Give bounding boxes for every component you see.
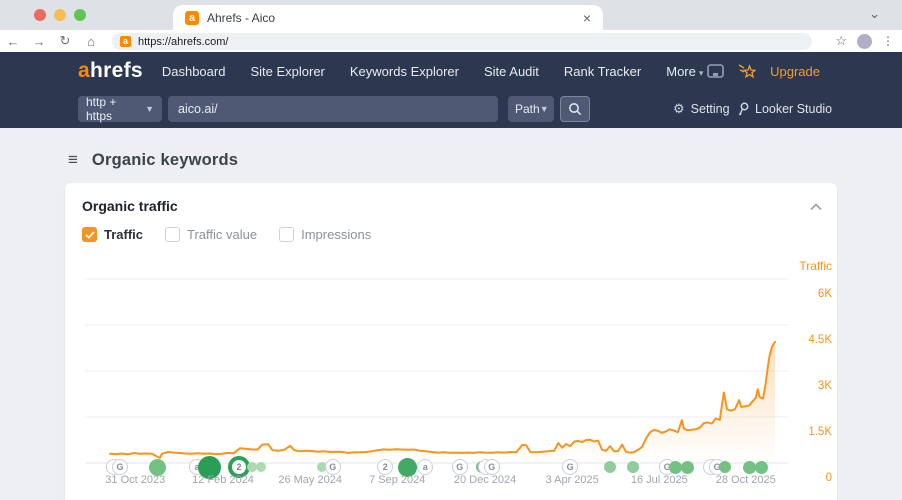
unchecked-checkbox-icon[interactable] xyxy=(165,227,181,242)
event-circle-marker-G[interactable]: G xyxy=(483,459,500,475)
event-dot-marker[interactable] xyxy=(604,461,617,473)
url-text: https://ahrefs.com/ xyxy=(138,35,229,48)
menu-item-more[interactable]: More ▾ xyxy=(666,64,703,79)
traffic-area-fill xyxy=(110,341,775,463)
browser-tab-strip: a Ahrefs - Aico × ⌄ xyxy=(0,0,902,30)
checkbox-traffic[interactable]: Traffic xyxy=(82,227,143,242)
looker-studio-icon xyxy=(739,102,749,116)
event-dot-marker[interactable] xyxy=(680,460,694,474)
forward-icon[interactable]: → xyxy=(26,34,52,49)
profile-avatar[interactable] xyxy=(857,33,872,49)
y-tick-label: 1.5K xyxy=(808,426,832,438)
search-icon xyxy=(569,103,582,116)
event-dot-marker[interactable] xyxy=(626,461,639,473)
event-circle-marker-G[interactable]: G xyxy=(111,459,128,475)
tab-close-icon[interactable]: × xyxy=(583,11,591,25)
browser-menu-icon[interactable]: ⋮ xyxy=(882,34,894,48)
minimize-window-button[interactable] xyxy=(54,9,66,21)
checkbox-traffic-value[interactable]: Traffic value xyxy=(165,227,257,242)
zoom-window-button[interactable] xyxy=(74,9,86,21)
mode-dropdown[interactable]: Path ▼ xyxy=(508,96,554,122)
desktop-app-icon[interactable] xyxy=(707,63,724,79)
home-icon[interactable]: ⌂ xyxy=(78,34,104,49)
checked-checkbox-icon[interactable] xyxy=(82,227,97,242)
x-tick-label: 31 Oct 2023 xyxy=(105,474,166,486)
main-menu: Dashboard Site Explorer Keywords Explorer S… xyxy=(162,64,641,79)
organic-traffic-card: Organic traffic Traffic Traffic value Impr… xyxy=(65,183,837,500)
menu-item-site-explorer[interactable]: Site Explorer xyxy=(250,64,324,79)
unchecked-checkbox-icon[interactable] xyxy=(279,227,295,242)
tab-favicon: a xyxy=(185,10,199,25)
reload-icon[interactable]: ↻ xyxy=(52,33,78,49)
page-title: Organic keywords xyxy=(91,150,239,169)
x-tick-label: 16 Jul 2025 xyxy=(630,474,688,486)
x-tick-label: 20 Dec 2024 xyxy=(453,474,517,486)
bookmark-star-icon[interactable]: ☆ xyxy=(835,33,847,49)
event-dot-marker[interactable] xyxy=(255,462,266,472)
menu-item-site-audit[interactable]: Site Audit xyxy=(484,64,539,79)
checkbox-label: Impressions xyxy=(301,227,372,242)
traffic-chart: Traffic 6K4.5K3K1.5K0 Ga2G2aGGGGG 31 Oct… xyxy=(65,253,837,500)
search-button[interactable] xyxy=(560,96,590,122)
upgrade-link[interactable]: Upgrade xyxy=(770,64,820,79)
x-tick-label: 7 Sep 2024 xyxy=(369,474,426,486)
y-tick-label: 4.5K xyxy=(808,334,832,346)
app-header: ahrefs Dashboard Site Explorer Keywords Ex… xyxy=(0,52,902,128)
checkbox-label: Traffic xyxy=(104,227,144,242)
address-bar[interactable]: a https://ahrefs.com/ xyxy=(112,33,812,50)
x-tick-label: 12 Feb 2024 xyxy=(192,474,254,486)
card-title: Organic traffic xyxy=(82,198,178,214)
back-icon[interactable]: ← xyxy=(0,34,26,49)
browser-toolbar: ← → ↻ ⌂ a https://ahrefs.com/ ☆ ⋮ xyxy=(0,30,902,52)
close-window-button[interactable] xyxy=(34,9,46,21)
gear-icon: ⚙ xyxy=(673,101,685,116)
target-input[interactable] xyxy=(168,96,498,122)
menu-item-rank-tracker[interactable]: Rank Tracker xyxy=(564,64,641,79)
checkbox-label: Traffic value xyxy=(187,227,258,242)
chevron-down-icon: ▼ xyxy=(145,104,154,114)
looker-studio-link[interactable]: Looker Studio xyxy=(738,96,832,122)
event-dot-marker[interactable] xyxy=(148,458,166,476)
site-favicon: a xyxy=(120,36,131,47)
chevron-down-icon: ▼ xyxy=(539,104,549,114)
checkbox-impressions[interactable]: Impressions xyxy=(279,227,371,242)
shooting-star-icon xyxy=(738,64,757,79)
y-tick-label: 0 xyxy=(825,472,832,484)
window-controls xyxy=(34,9,86,21)
x-tick-label: 26 May 2024 xyxy=(278,474,342,486)
y-tick-label: 3K xyxy=(817,380,832,392)
event-dot-marker[interactable] xyxy=(755,460,769,474)
x-tick-label: 28 Oct 2025 xyxy=(715,474,776,486)
setting-link[interactable]: ⚙ Setting xyxy=(673,96,730,122)
ahrefs-logo[interactable]: ahrefs xyxy=(78,59,143,83)
event-circle-marker-G[interactable]: G xyxy=(451,459,468,475)
menu-item-dashboard[interactable]: Dashboard xyxy=(162,64,226,79)
protocol-dropdown[interactable]: http + https ▼ xyxy=(78,95,162,123)
y-axis-title: Traffic xyxy=(799,259,832,273)
collapse-chevron-icon[interactable] xyxy=(810,198,822,216)
metric-checkbox-row: Traffic Traffic value Impressions xyxy=(82,227,371,242)
event-circle-marker-G[interactable]: G xyxy=(324,459,341,475)
chevron-down-icon: ▾ xyxy=(698,67,704,78)
x-tick-label: 3 Apr 2025 xyxy=(545,474,599,486)
menu-item-keywords-explorer[interactable]: Keywords Explorer xyxy=(350,64,459,79)
tab-title: Ahrefs - Aico xyxy=(207,10,276,25)
y-tick-label: 6K xyxy=(817,288,832,300)
page-content: ≡ Organic keywords Organic traffic Traff… xyxy=(0,128,902,500)
browser-tab[interactable]: a Ahrefs - Aico × xyxy=(173,5,603,30)
tab-search-chevron-icon[interactable]: ⌄ xyxy=(869,6,880,22)
hamburger-menu-icon[interactable]: ≡ xyxy=(68,150,78,170)
